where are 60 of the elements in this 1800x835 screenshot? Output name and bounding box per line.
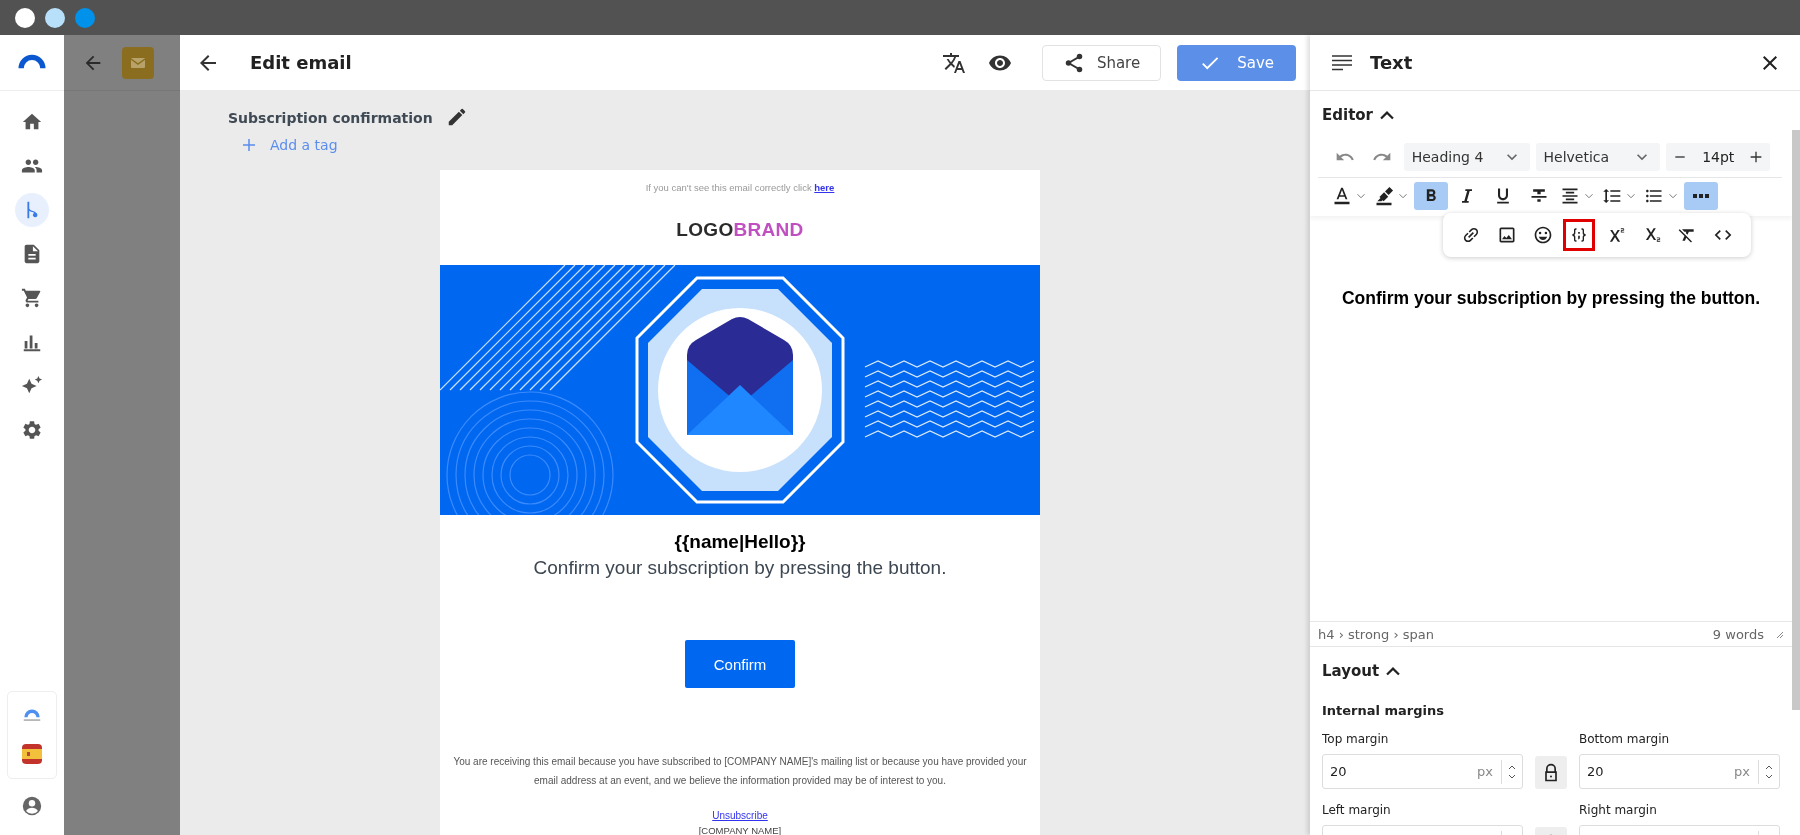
section-title: Editor bbox=[1322, 106, 1373, 124]
cart-icon bbox=[21, 287, 43, 309]
brand-logo: LOGOBRAND bbox=[676, 219, 804, 241]
panel-title: Text bbox=[1370, 52, 1413, 73]
more-icon bbox=[1693, 194, 1709, 198]
footer-text: You are receiving this email because you have subscribed to [COMPANY NAME]'s mailing list or because you have provided your email address at an event, and we believe the information provided may be of interest to you. bbox=[452, 755, 1028, 788]
subsection-title: Internal margins bbox=[1321, 702, 1446, 720]
align-icon bbox=[1560, 186, 1580, 206]
section-title: Layout bbox=[1322, 662, 1380, 680]
field-label: Right margin bbox=[1579, 803, 1658, 817]
plus-icon bbox=[240, 136, 258, 154]
lock-button[interactable] bbox=[1535, 756, 1567, 789]
unit-label: px bbox=[1477, 764, 1493, 779]
brand-logo-icon bbox=[17, 53, 47, 70]
window-control-dot[interactable] bbox=[75, 7, 95, 28]
spain-flag-icon[interactable] bbox=[22, 744, 42, 764]
page-title: Edit email bbox=[250, 52, 352, 73]
preheader-text: If you can't see this email correctly click here bbox=[645, 182, 835, 193]
plus-icon[interactable] bbox=[1748, 149, 1764, 165]
field-label: Top margin bbox=[1322, 732, 1390, 746]
mail-icon bbox=[122, 46, 154, 79]
chevron-icon bbox=[1386, 666, 1401, 676]
line-height-icon bbox=[1602, 186, 1622, 206]
account-icon[interactable] bbox=[21, 795, 43, 817]
editor-content-text: Confirm your subscription by pressing the button. bbox=[1341, 288, 1761, 309]
block-type-dropdown[interactable]: Heading 4 bbox=[1403, 143, 1530, 171]
window-control-dot[interactable] bbox=[45, 7, 65, 28]
settings-icon bbox=[21, 419, 43, 441]
word-count: 9 words bbox=[1712, 626, 1764, 642]
emoji-icon bbox=[1533, 225, 1553, 245]
text-color-icon bbox=[1332, 186, 1352, 206]
font-size-stepper[interactable]: 14pt bbox=[1666, 143, 1770, 171]
element-path: h4 › strong › span bbox=[1318, 626, 1435, 642]
more-button[interactable] bbox=[1684, 182, 1718, 210]
resize-handle-icon[interactable] bbox=[1774, 629, 1784, 639]
number-field[interactable]: 20 px bbox=[1322, 754, 1523, 789]
font-dropdown[interactable]: Helvetica bbox=[1535, 143, 1661, 171]
unit-label: px bbox=[1734, 764, 1750, 779]
branch-nav-button[interactable] bbox=[15, 193, 49, 227]
scrollbar[interactable] bbox=[1792, 130, 1800, 710]
field-label: Left margin bbox=[1322, 803, 1392, 817]
field-label: Bottom margin bbox=[1579, 732, 1671, 746]
highlight-icon bbox=[1374, 186, 1394, 206]
variable-icon bbox=[1569, 225, 1589, 245]
chevron-icon bbox=[1380, 110, 1394, 120]
view-online-link[interactable]: here bbox=[814, 182, 835, 193]
unsubscribe-link[interactable]: Unsubscribe bbox=[712, 810, 768, 821]
translate-icon bbox=[941, 50, 966, 75]
number-field[interactable]: 20 px bbox=[1579, 754, 1780, 789]
bold-button[interactable] bbox=[1414, 182, 1448, 210]
link-icon bbox=[1461, 225, 1481, 245]
image-icon bbox=[1497, 225, 1517, 245]
confirm-button[interactable]: Confirm bbox=[685, 640, 795, 688]
body-text: Confirm your subscription by pressing the button. bbox=[533, 557, 947, 579]
share-button[interactable]: Share bbox=[1041, 44, 1162, 81]
font-size-value: 14pt bbox=[1702, 149, 1735, 165]
window-control-dot[interactable] bbox=[15, 7, 35, 28]
variable-button[interactable] bbox=[1563, 219, 1595, 251]
email-name: Subscription confirmation bbox=[228, 110, 433, 126]
greeting-heading: {{name|Hello}} bbox=[674, 531, 806, 553]
